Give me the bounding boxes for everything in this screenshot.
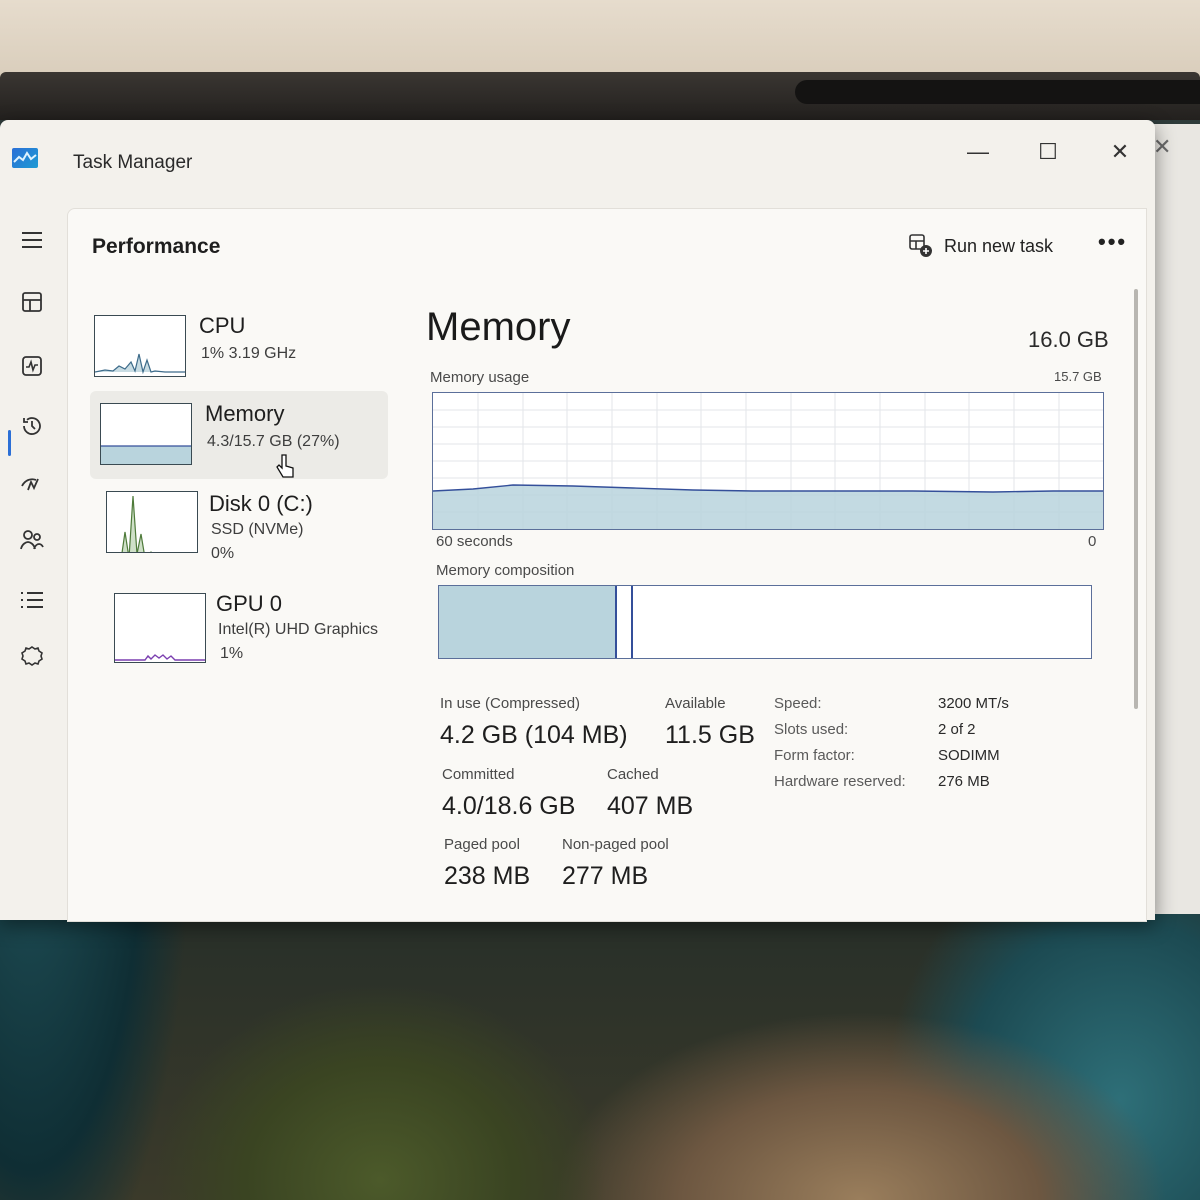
resource-value: 1% (220, 645, 244, 662)
time-end-label: 0 (1088, 533, 1097, 550)
task-manager-app-icon (12, 148, 38, 168)
mouse-pointer-icon (276, 453, 296, 484)
processes-icon[interactable] (14, 284, 50, 320)
resource-value: 1% 3.19 GHz (201, 345, 297, 362)
run-task-icon (909, 234, 932, 257)
spec-value: 2 of 2 (938, 721, 976, 738)
non-paged-pool-value: 277 MB (562, 862, 649, 890)
resource-value: 0% (211, 545, 235, 562)
resource-name: Disk 0 (C:) (209, 491, 313, 516)
wall-background (0, 0, 1200, 80)
gpu-thumbnail-graph (114, 593, 206, 663)
in-use-value: 4.2 GB (104 MB) (440, 721, 628, 749)
resource-name: GPU 0 (216, 591, 283, 616)
resource-item-memory[interactable]: Memory 4.3/15.7 GB (27%) (90, 391, 388, 479)
memory-usage-graph (432, 392, 1104, 530)
performance-pane: Performance Run new task ••• CPU 1% 3.19… (67, 208, 1147, 922)
run-new-task-button[interactable]: Run new task (908, 231, 1053, 261)
resource-subtitle: Intel(R) UHD Graphics (218, 621, 379, 638)
detail-title: Memory (426, 305, 571, 349)
resource-item-gpu[interactable]: GPU 0 Intel(R) UHD Graphics 1% (112, 591, 432, 671)
non-paged-pool-label: Non-paged pool (562, 836, 669, 853)
hamburger-menu-icon[interactable] (14, 222, 50, 258)
active-nav-indicator (8, 430, 11, 456)
composition-modified (617, 586, 633, 658)
resource-item-disk[interactable]: Disk 0 (C:) SSD (NVMe) 0% (104, 491, 404, 571)
startup-apps-icon[interactable] (14, 466, 50, 502)
resource-item-cpu[interactable]: CPU 1% 3.19 GHz (92, 313, 392, 393)
app-history-icon[interactable] (14, 408, 50, 444)
available-label: Available (665, 695, 726, 712)
paged-pool-value: 238 MB (444, 862, 531, 890)
paged-pool-label: Paged pool (444, 836, 520, 853)
memory-composition-label: Memory composition (436, 562, 575, 579)
navigation-rail (0, 200, 64, 920)
spec-value: 276 MB (938, 773, 990, 790)
memory-composition-bar (438, 585, 1092, 659)
task-manager-window: Task Manager — ☐ ✕ Performance Run new t… (0, 120, 1155, 922)
cpu-thumbnail-graph (94, 315, 186, 377)
available-value: 11.5 GB (665, 721, 755, 749)
resource-name: Memory (205, 401, 285, 426)
page-header: Performance Run new task ••• (68, 209, 1146, 281)
spec-value: 3200 MT/s (938, 695, 1009, 712)
details-icon[interactable] (14, 582, 50, 618)
minimize-button[interactable]: — (948, 132, 1008, 172)
more-options-button[interactable]: ••• (1098, 229, 1127, 255)
spec-key: Hardware reserved: (774, 773, 906, 790)
spec-key: Speed: (774, 695, 822, 712)
committed-label: Committed (442, 766, 515, 783)
page-title: Performance (92, 235, 221, 258)
cached-value: 407 MB (607, 792, 694, 820)
background-window-close-icon[interactable]: ✕ (1153, 134, 1171, 160)
time-span-label: 60 seconds (436, 533, 513, 550)
spec-key: Slots used: (774, 721, 849, 738)
disk-thumbnail-graph (106, 491, 198, 553)
close-button[interactable]: ✕ (1090, 132, 1150, 172)
spec-key: Form factor: (774, 747, 855, 764)
performance-icon[interactable] (14, 348, 50, 384)
services-icon[interactable] (14, 638, 50, 674)
users-icon[interactable] (14, 522, 50, 558)
maximize-button[interactable]: ☐ (1018, 132, 1078, 172)
in-use-label: In use (Compressed) (440, 695, 581, 712)
run-new-task-label: Run new task (944, 235, 1054, 256)
cached-label: Cached (607, 766, 659, 783)
memory-usage-label: Memory usage (430, 369, 530, 386)
resource-value: 4.3/15.7 GB (27%) (207, 433, 340, 450)
memory-usage-max: 15.7 GB (1054, 369, 1102, 384)
scrollbar[interactable] (1134, 289, 1138, 709)
committed-value: 4.0/18.6 GB (442, 792, 576, 820)
composition-in-use (439, 586, 617, 658)
resource-subtitle: SSD (NVMe) (211, 521, 304, 538)
title-bar: Task Manager — ☐ ✕ (0, 120, 1155, 200)
total-memory: 16.0 GB (1028, 327, 1109, 352)
laptop-bezel-notch (795, 80, 1200, 104)
spec-value: SODIMM (938, 747, 1000, 764)
memory-thumbnail-graph (100, 403, 192, 465)
window-title: Task Manager (73, 152, 193, 173)
resource-name: CPU (199, 313, 246, 338)
